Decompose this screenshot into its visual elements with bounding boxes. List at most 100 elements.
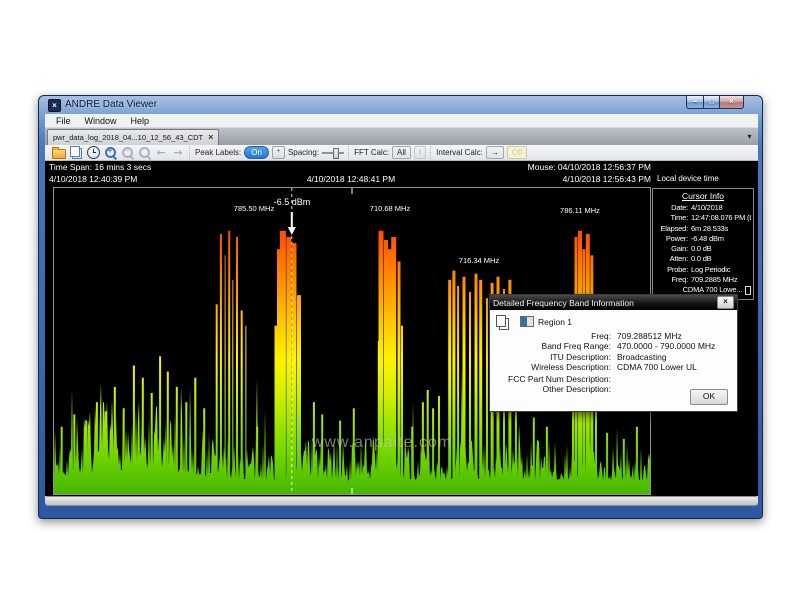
cursor-power-label: -6.5 dBm bbox=[274, 197, 311, 207]
copy-icon bbox=[70, 146, 80, 157]
ci-date-value: 4/10/2018 bbox=[691, 203, 751, 213]
clock-icon bbox=[87, 146, 100, 159]
ci-elapsed-label: Elapsed: bbox=[655, 224, 688, 234]
minimize-button[interactable]: – bbox=[686, 96, 703, 109]
spacing-label: Spacing: bbox=[288, 148, 319, 157]
ci-date-label: Date: bbox=[655, 203, 688, 213]
peak-label-785: 785.50 MHz bbox=[234, 204, 274, 213]
copy-pages-icon[interactable] bbox=[496, 315, 506, 327]
tab-label: pwr_data_log_2018_04...10_12_56_43_CDT bbox=[53, 133, 203, 142]
ci-gain-label: Gain: bbox=[655, 244, 688, 254]
ci-probe-label: Probe: bbox=[655, 265, 688, 275]
open-folder-icon bbox=[52, 149, 66, 159]
toolbar: + − ← → Peak Labels: On + Spacing: FFT C… bbox=[45, 145, 758, 161]
watermark: www.anpaite.com bbox=[262, 434, 502, 452]
ci-time-label: Time: bbox=[655, 213, 688, 223]
time-span-readout: Time Span: 16 mins 3 secs bbox=[49, 162, 151, 172]
ci-freq-label: Freq: bbox=[655, 275, 688, 285]
dialog-close-button[interactable]: × bbox=[717, 296, 734, 309]
spacing-slider[interactable] bbox=[322, 147, 344, 158]
zoom-fit-button[interactable] bbox=[137, 146, 151, 159]
dialog-title: Detailed Frequency Band Information bbox=[493, 298, 717, 308]
wireless-label: Wireless Description: bbox=[490, 362, 611, 372]
region-icon bbox=[520, 316, 534, 327]
tab-bar: pwr_data_log_2018_04...10_12_56_43_CDT ×… bbox=[45, 128, 758, 145]
back-arrow-icon: ← bbox=[156, 147, 165, 158]
toolbar-group-fft: FFT Calc: All I bbox=[348, 146, 426, 159]
close-button[interactable]: × bbox=[720, 96, 744, 109]
interval-off-toggle[interactable]: Off bbox=[507, 146, 528, 159]
dialog-body: Region 1 Freq: 709.288512 MHz Band Freq R… bbox=[490, 310, 737, 411]
tab-overflow-button[interactable]: ▾ bbox=[744, 132, 755, 142]
cursor-info-title: Cursor Info bbox=[655, 191, 751, 201]
fcc-value bbox=[617, 374, 737, 384]
ci-power-value: -6.48 dBm bbox=[691, 234, 751, 244]
open-button[interactable] bbox=[52, 146, 66, 159]
cursor-info-panel: Cursor Info Date:4/10/2018 Time:12:47:08… bbox=[652, 188, 754, 300]
horizontal-scrollbar[interactable] bbox=[45, 496, 758, 506]
title-bar[interactable]: × ANDRE Data Viewer – □ × bbox=[39, 96, 762, 114]
itu-label: ITU Description: bbox=[490, 352, 611, 362]
other-label: Other Description: bbox=[490, 384, 611, 394]
forward-arrow-icon: → bbox=[173, 147, 182, 158]
ci-time-value: 12:47:08.076 PM (Local) bbox=[691, 213, 751, 223]
ci-gain-value: 0.0 dB bbox=[691, 244, 751, 254]
time-button[interactable] bbox=[86, 146, 100, 159]
ok-button[interactable]: OK bbox=[690, 389, 728, 405]
timeline-end-label: 4/10/2018 12:56:43 PM bbox=[345, 174, 651, 184]
region-label: Region 1 bbox=[538, 317, 572, 327]
zoom-in-button[interactable]: + bbox=[103, 146, 117, 159]
band-more-icon[interactable] bbox=[745, 286, 751, 295]
toolbar-group-file: + − ← → bbox=[47, 146, 185, 159]
menu-bar: File Window Help bbox=[45, 114, 758, 128]
peak-labels-label: Peak Labels: bbox=[195, 148, 241, 157]
tab-close-icon[interactable]: × bbox=[208, 133, 213, 142]
copy-button[interactable] bbox=[69, 146, 83, 159]
zoom-out-icon: − bbox=[122, 147, 133, 158]
region-row: Region 1 bbox=[520, 316, 572, 327]
maximize-button[interactable]: □ bbox=[703, 96, 720, 109]
interval-calc-label: Interval Calc: bbox=[436, 148, 483, 157]
ci-elapsed-value: 6m 28.533s bbox=[691, 224, 751, 234]
wireless-value: CDMA 700 Lower UL bbox=[617, 362, 737, 372]
local-device-time-label: Local device time bbox=[657, 174, 755, 183]
zoom-out-button[interactable]: − bbox=[120, 146, 134, 159]
toolbar-group-peaks: Peak Labels: On + Spacing: bbox=[189, 146, 344, 159]
ci-probe-value: Log Periodic bbox=[691, 265, 751, 275]
zoom-in-icon: + bbox=[105, 147, 116, 158]
fcc-label: FCC Part Num Description: bbox=[490, 374, 611, 384]
menu-window[interactable]: Window bbox=[78, 116, 124, 126]
zoom-fit-icon bbox=[139, 147, 150, 158]
peak-label-786: 786.11 MHz bbox=[560, 206, 600, 215]
dialog-title-bar[interactable]: Detailed Frequency Band Information × bbox=[490, 295, 737, 310]
peak-label-710: 710.68 MHz bbox=[370, 204, 410, 213]
tab-pwr-data-log[interactable]: pwr_data_log_2018_04...10_12_56_43_CDT × bbox=[47, 129, 219, 145]
freq-value: 709.288512 MHz bbox=[617, 331, 737, 341]
fft-calc-label: FFT Calc: bbox=[354, 148, 389, 157]
ci-atten-value: 0.0 dB bbox=[691, 254, 751, 264]
dialog-fields: Freq: 709.288512 MHz Band Freq Range: 470.… bbox=[490, 331, 737, 395]
fft-all-button[interactable]: All bbox=[392, 146, 411, 159]
app-icon: × bbox=[48, 99, 61, 112]
band-range-value: 470.0000 - 790.0000 MHz bbox=[617, 341, 737, 351]
peak-labels-toggle[interactable]: On bbox=[244, 146, 269, 159]
slider-thumb[interactable] bbox=[333, 148, 339, 159]
fft-alt-button[interactable]: I bbox=[414, 146, 426, 159]
frequency-band-dialog: Detailed Frequency Band Information × Re… bbox=[489, 294, 738, 412]
peak-labels-alt-button[interactable]: + bbox=[272, 146, 285, 159]
peak-label-716: 716.34 MHz bbox=[459, 256, 499, 265]
ci-atten-label: Atten: bbox=[655, 254, 688, 264]
menu-help[interactable]: Help bbox=[124, 116, 157, 126]
window-title: ANDRE Data Viewer bbox=[65, 99, 157, 110]
ci-freq-value: 709.2885 MHz bbox=[691, 275, 751, 285]
forward-button[interactable]: → bbox=[171, 146, 185, 159]
menu-file[interactable]: File bbox=[49, 116, 78, 126]
toolbar-group-interval: Interval Calc: → Off bbox=[430, 146, 527, 159]
band-range-label: Band Freq Range: bbox=[490, 341, 611, 351]
freq-label: Freq: bbox=[490, 331, 611, 341]
mouse-time-readout: Mouse: 04/10/2018 12:56:37 PM bbox=[345, 162, 651, 172]
interval-arrow-button[interactable]: → bbox=[486, 146, 504, 159]
ci-power-label: Power: bbox=[655, 234, 688, 244]
itu-value: Broadcasting bbox=[617, 352, 737, 362]
back-button[interactable]: ← bbox=[154, 146, 168, 159]
